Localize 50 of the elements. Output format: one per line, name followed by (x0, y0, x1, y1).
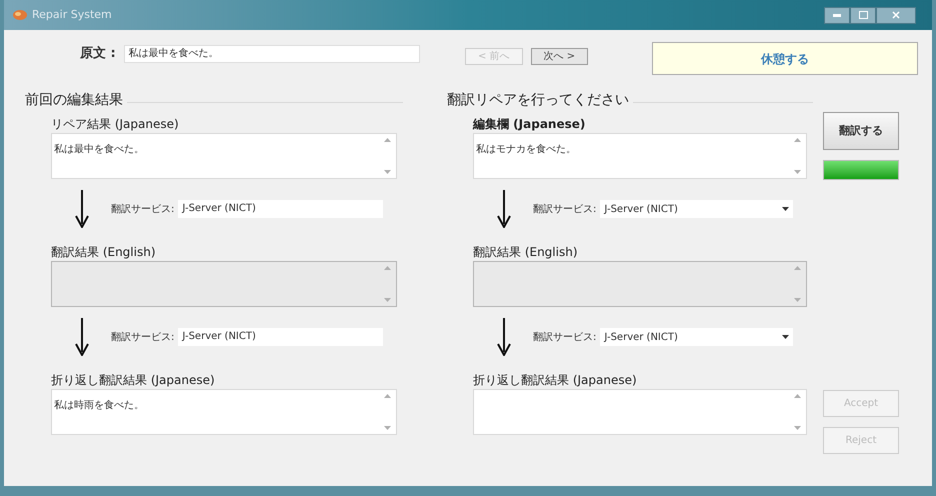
down-arrow-icon (75, 318, 89, 356)
field-label: 折り返し翻訳結果 (Japanese) (473, 372, 638, 389)
scroll-up-icon[interactable] (384, 138, 390, 142)
caret-icon (782, 335, 789, 339)
text-area-value: 私は最中を食べた。 (54, 144, 144, 155)
app-icon (12, 9, 28, 21)
service-label: 翻訳サービス: (111, 330, 174, 344)
window-title: Repair System (32, 6, 112, 23)
service-label: 翻訳サービス: (533, 330, 596, 344)
nav-button[interactable]: 次へ > (530, 48, 588, 65)
text-area[interactable]: 私はモナカを食べた。 (473, 133, 807, 179)
field-label: 翻訳結果 (English) (51, 244, 157, 261)
field-label: 折り返し翻訳結果 (Japanese) (51, 372, 216, 389)
scroll-down-icon[interactable] (384, 170, 390, 174)
source-field[interactable]: 私は最中を食べた。 (124, 44, 420, 63)
caret-icon (782, 207, 789, 211)
service-field[interactable]: J-Server (NICT) (178, 200, 383, 218)
scroll-up-icon[interactable] (794, 138, 800, 142)
service-dropdown[interactable]: J-Server (NICT) (600, 328, 793, 346)
minimize-button[interactable] (824, 6, 850, 24)
scroll-down-icon[interactable] (794, 426, 800, 430)
service-field[interactable]: J-Server (NICT) (178, 328, 383, 346)
scroll-down-icon[interactable] (794, 170, 800, 174)
translate-button[interactable]: 翻訳する (823, 112, 899, 150)
down-arrow-icon (497, 190, 511, 228)
scroll-up-icon[interactable] (384, 394, 390, 398)
scroll-up-icon[interactable] (794, 394, 800, 398)
text-area[interactable] (473, 389, 807, 435)
source-label: 原文 : (80, 44, 116, 63)
section-title: 翻訳リペアを行ってください (447, 91, 629, 110)
close-icon (892, 11, 900, 19)
down-arrow-icon (497, 318, 511, 356)
text-area[interactable]: 私は最中を食べた。 (51, 133, 397, 179)
scroll-down-icon[interactable] (384, 426, 390, 430)
field-label: 編集欄 (Japanese) (473, 116, 586, 133)
close-button[interactable] (876, 6, 916, 24)
maximize-icon (858, 11, 868, 19)
text-area-value: 私はモナカを食べた。 (476, 144, 576, 155)
text-area-value: 私は時雨を食べた。 (54, 400, 144, 411)
break-button[interactable]: 休憩する (652, 42, 918, 75)
field-label: 翻訳結果 (English) (473, 244, 579, 261)
section-title: 前回の編集結果 (25, 91, 123, 110)
down-arrow-icon (75, 190, 89, 228)
minimize-icon (833, 14, 841, 16)
service-label: 翻訳サービス: (111, 202, 174, 216)
service-dropdown[interactable]: J-Server (NICT) (600, 200, 793, 218)
text-area[interactable]: 私は時雨を食べた。 (51, 389, 397, 435)
service-label: 翻訳サービス: (533, 202, 596, 216)
maximize-button[interactable] (850, 6, 876, 24)
field-label: リペア結果 (Japanese) (51, 116, 180, 133)
